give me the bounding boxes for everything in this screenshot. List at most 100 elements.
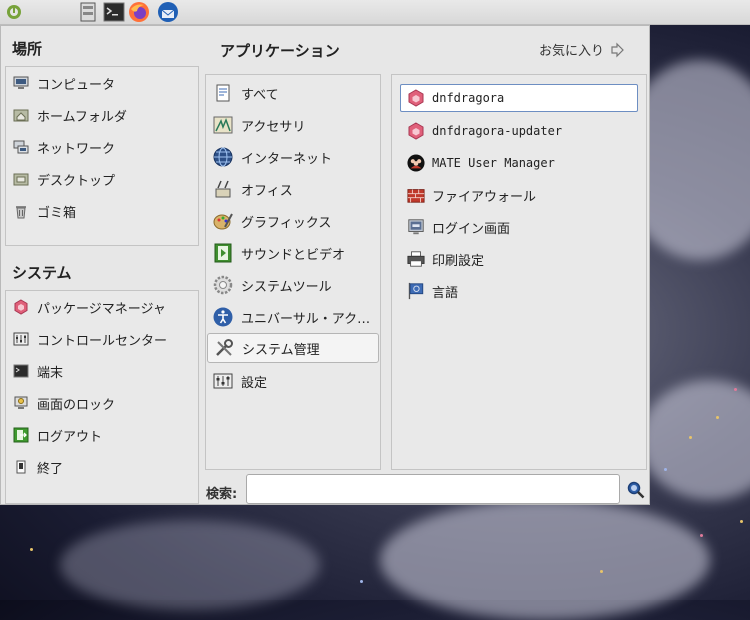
app-item-label: dnfdragora-updater <box>432 124 563 138</box>
desktop-star <box>716 416 719 419</box>
category-label: システム管理 <box>242 342 320 358</box>
computer-icon <box>12 74 30 92</box>
place-item-desktop[interactable]: デスクトップ <box>12 164 115 194</box>
place-item-home[interactable]: ホームフォルダ <box>12 100 127 130</box>
application-menu: 場所 コンピュータ ホームフォルダ ネットワーク デスクトップ ゴミ箱 システム… <box>0 25 650 505</box>
app-item-language[interactable]: 言語 <box>407 276 458 306</box>
app-item-dnfdragora[interactable]: dnfdragora <box>400 84 638 112</box>
favorites-button[interactable]: お気に入り <box>539 40 625 59</box>
administration-tools-icon <box>213 337 235 359</box>
places-heading: 場所 <box>12 40 43 58</box>
system-item-label: 画面のロック <box>37 397 116 413</box>
desktop-wallpaper-cloud <box>60 520 320 610</box>
place-item-label: ネットワーク <box>37 141 116 157</box>
category-settings[interactable]: 設定 <box>212 366 267 396</box>
category-all[interactable]: すべて <box>212 78 279 108</box>
desktop-star <box>360 580 363 583</box>
category-internet[interactable]: インターネット <box>212 142 332 172</box>
trash-icon <box>12 202 30 220</box>
terminal-icon <box>12 362 30 380</box>
package-icon <box>12 298 30 316</box>
app-item-login-screen[interactable]: ログイン画面 <box>407 212 510 242</box>
category-label: ユニバーサル・アク… <box>241 311 371 327</box>
language-flag-icon <box>407 282 425 300</box>
category-sound-video[interactable]: サウンドとビデオ <box>212 238 345 268</box>
all-apps-icon <box>212 82 234 104</box>
system-heading: システム <box>12 264 72 282</box>
place-item-label: ゴミ箱 <box>37 205 77 221</box>
dnfdragora-icon <box>407 89 425 107</box>
login-screen-icon <box>407 218 425 236</box>
shutdown-icon <box>12 458 30 476</box>
desktop-star <box>30 548 33 551</box>
category-universal-access[interactable]: ユニバーサル・アク… <box>212 302 370 332</box>
app-item-label: ログイン画面 <box>432 221 511 237</box>
app-item-label: dnfdragora <box>432 91 505 105</box>
app-item-dnfdragora-updater[interactable]: dnfdragora-updater <box>407 116 562 146</box>
users-icon <box>407 154 425 172</box>
desktop-star <box>700 534 703 537</box>
system-item-label: コントロールセンター <box>37 333 168 349</box>
system-item-label: 終了 <box>37 461 64 477</box>
system-tools-gear-icon <box>212 274 234 296</box>
top-panel <box>0 0 750 25</box>
app-item-label: ファイアウォール <box>432 189 537 205</box>
category-label: サウンドとビデオ <box>241 247 346 263</box>
graphics-icon <box>212 210 234 232</box>
desktop-star <box>600 570 603 573</box>
place-item-network[interactable]: ネットワーク <box>12 132 115 162</box>
search-label: 検索: <box>206 487 238 502</box>
multimedia-icon <box>212 242 234 264</box>
category-accessories[interactable]: アクセサリ <box>212 110 305 140</box>
mate-logo-icon[interactable] <box>4 1 26 23</box>
category-label: 設定 <box>241 375 268 391</box>
settings-icon <box>212 370 234 392</box>
system-item-label: ログアウト <box>37 429 103 445</box>
firefox-icon[interactable] <box>128 1 150 23</box>
network-icon <box>12 138 30 156</box>
desktop-star <box>664 468 667 471</box>
logout-icon <box>12 426 30 444</box>
system-item-lock-screen[interactable]: 画面のロック <box>12 388 115 418</box>
terminal-icon[interactable] <box>103 1 125 23</box>
file-manager-icon[interactable] <box>78 1 100 23</box>
system-item-package-manager[interactable]: パッケージマネージャ <box>12 292 166 322</box>
system-item-label: パッケージマネージャ <box>37 301 166 317</box>
place-item-label: コンピュータ <box>37 77 116 93</box>
search-icon[interactable] <box>627 481 645 499</box>
app-item-firewall[interactable]: ファイアウォール <box>407 180 536 210</box>
category-administration[interactable]: システム管理 <box>207 333 379 363</box>
desktop-star <box>740 520 743 523</box>
app-item-mate-user-manager[interactable]: MATE User Manager <box>407 148 555 178</box>
dnfdragora-icon <box>407 122 425 140</box>
office-icon <box>212 178 234 200</box>
category-system-tools[interactable]: システムツール <box>212 270 332 300</box>
app-item-printer-settings[interactable]: 印刷設定 <box>407 244 484 274</box>
category-office[interactable]: オフィス <box>212 174 293 204</box>
system-item-shutdown[interactable]: 終了 <box>12 452 63 482</box>
desktop-folder-icon <box>12 170 30 188</box>
category-label: すべて <box>241 87 279 103</box>
search-input[interactable] <box>246 474 620 504</box>
lock-screen-icon <box>12 394 30 412</box>
place-item-trash[interactable]: ゴミ箱 <box>12 196 76 226</box>
printer-icon <box>407 250 425 268</box>
place-item-computer[interactable]: コンピュータ <box>12 68 115 98</box>
accessibility-icon <box>212 306 234 328</box>
thunderbird-icon[interactable] <box>156 1 178 23</box>
category-label: グラフィックス <box>241 215 332 231</box>
system-item-logout[interactable]: ログアウト <box>12 420 102 450</box>
system-item-terminal[interactable]: 端末 <box>12 356 63 386</box>
app-item-label: 印刷設定 <box>432 253 485 269</box>
desktop-star <box>734 388 737 391</box>
system-item-label: 端末 <box>37 365 64 381</box>
desktop-wallpaper-cloud <box>380 500 710 620</box>
category-graphics[interactable]: グラフィックス <box>212 206 331 236</box>
system-item-control-center[interactable]: コントロールセンター <box>12 324 167 354</box>
control-center-icon <box>12 330 30 348</box>
internet-globe-icon <box>212 146 234 168</box>
category-label: オフィス <box>241 183 293 199</box>
accessories-icon <box>212 114 234 136</box>
place-item-label: デスクトップ <box>37 173 116 189</box>
app-item-label: MATE User Manager <box>432 156 555 170</box>
